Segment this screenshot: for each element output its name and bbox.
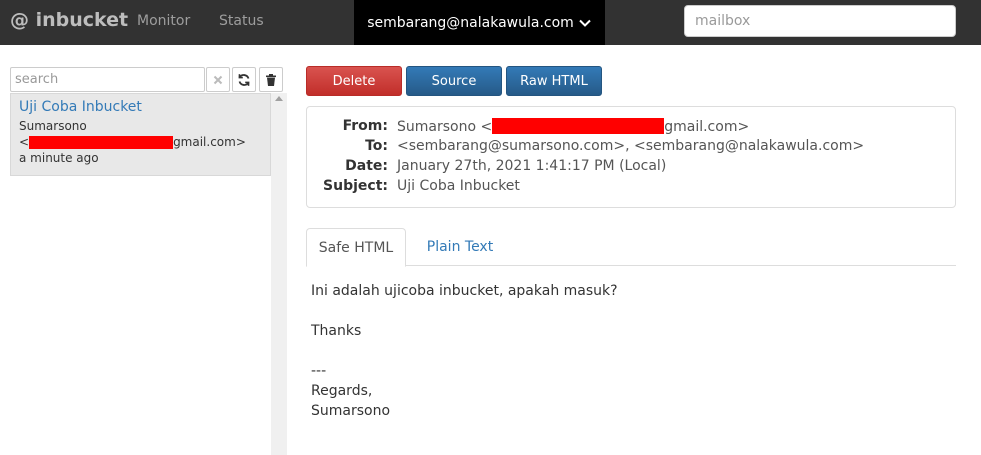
redaction-bar [29,136,174,149]
raw-html-button[interactable]: Raw HTML [506,66,602,96]
source-button[interactable]: Source [406,66,502,96]
tab-plain-text[interactable]: Plain Text [410,228,510,266]
body-tabs: Safe HTML Plain Text [306,228,956,267]
message-list: Uji Coba Inbucket Sumarsono < gmail.com> … [10,93,272,455]
scroll-up-icon[interactable] [275,96,283,101]
clear-search-button[interactable] [206,67,230,92]
message-from-suffix: gmail.com> [173,135,246,149]
message-body: Ini adalah ujicoba inbucket, apakah masu… [311,281,618,421]
current-mailbox-label: sembarang@nalakawula.com [367,14,574,31]
body-line: --- [311,363,327,379]
body-line: Ini adalah ujicoba inbucket, apakah masu… [311,283,618,299]
message-subject: Uji Coba Inbucket [19,99,142,115]
nav-monitor-link[interactable]: Monitor [137,13,190,29]
from-name: Sumarsono < [397,119,493,135]
top-navbar: @ inbucket Monitor Status sembarang@nala… [0,0,981,45]
from-label: From: [342,118,388,134]
tab-safe-html[interactable]: Safe HTML [306,228,406,267]
from-value: Sumarsono < gmail.com> [397,118,749,135]
mailbox-input[interactable] [684,5,956,37]
body-line [311,341,618,361]
search-input[interactable] [10,67,205,92]
purge-button[interactable] [259,67,283,92]
brand-logo[interactable]: @ inbucket [10,9,128,31]
message-from: Sumarsono < gmail.com> [19,118,262,150]
to-label: To: [365,138,388,154]
body-line: Thanks [311,323,362,339]
trash-icon [266,73,276,86]
header-from-row: From: Sumarsono < gmail.com> [307,118,955,138]
list-item[interactable]: Uji Coba Inbucket Sumarsono < gmail.com> … [10,93,271,176]
body-line: Sumarsono [311,403,391,419]
body-line [311,301,618,321]
date-label: Date: [345,158,388,174]
refresh-icon [238,73,250,86]
message-header: From: Sumarsono < gmail.com> To: <sembara… [306,106,956,208]
delete-button[interactable]: Delete [306,66,402,96]
message-from-name: Sumarsono [19,119,87,133]
header-date-row: Date: January 27th, 2021 1:41:17 PM (Loc… [307,158,955,178]
subject-label: Subject: [323,178,388,194]
to-value: <sembarang@sumarsono.com>, <sembarang@na… [397,138,865,154]
close-icon [213,75,223,84]
header-to-row: To: <sembarang@sumarsono.com>, <sembaran… [307,138,955,158]
date-value: January 27th, 2021 1:41:17 PM (Local) [397,158,667,174]
message-from-prefix: < [19,135,30,149]
redaction-bar [492,118,665,134]
refresh-button[interactable] [232,67,256,92]
nav-status-link[interactable]: Status [219,13,264,29]
sidebar: Uji Coba Inbucket Sumarsono <gmail.com> … [0,45,287,455]
header-subject-row: Subject: Uji Coba Inbucket [307,178,955,198]
sidebar-scrollbar[interactable] [271,93,287,455]
chevron-down-icon [579,19,591,27]
from-suffix: gmail.com> [664,119,750,135]
body-line: Regards, [311,383,373,399]
mailbox-dropdown[interactable]: sembarang@nalakawula.com [354,0,605,45]
message-date: a minute ago [19,151,99,165]
subject-value: Uji Coba Inbucket [397,178,520,194]
